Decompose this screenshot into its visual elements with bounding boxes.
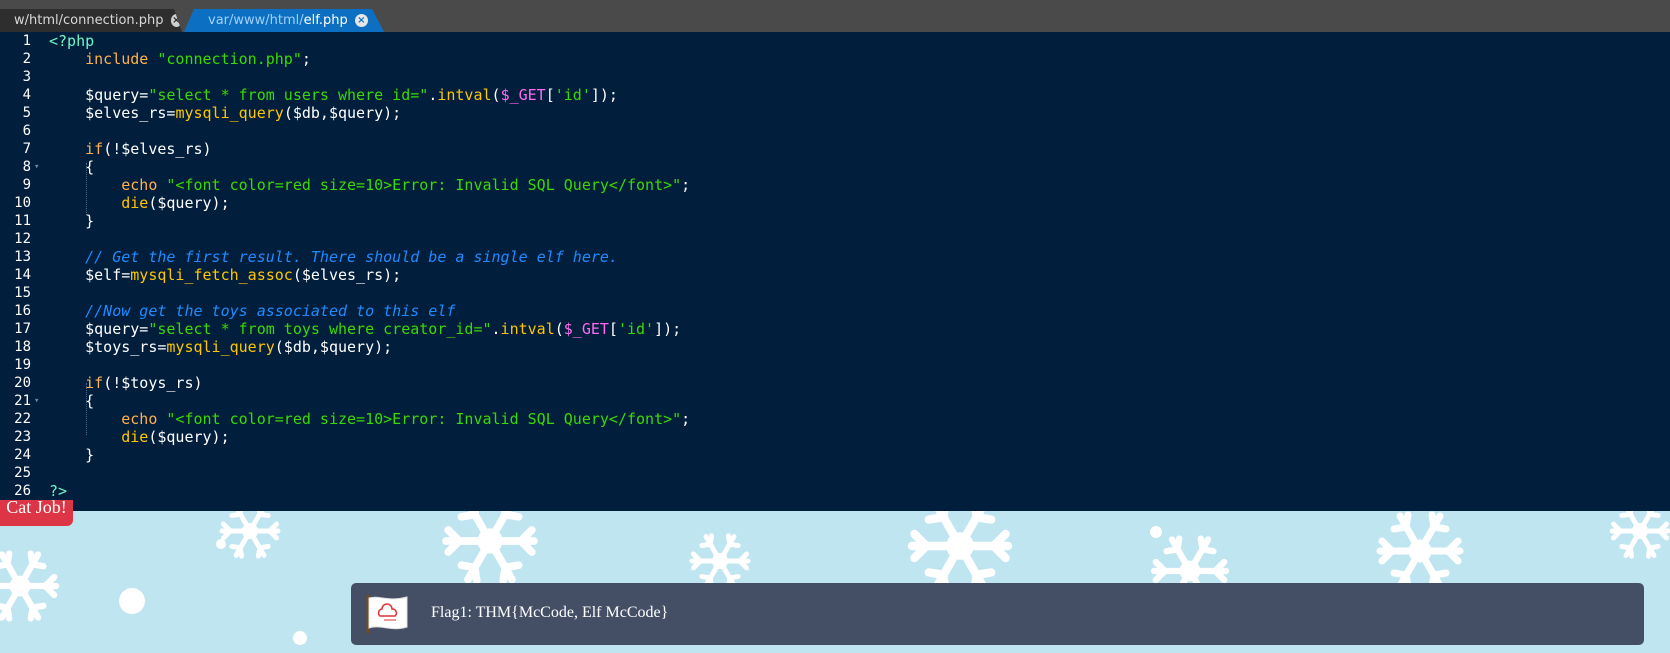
flag-icon xyxy=(366,595,408,633)
line-number: 23 xyxy=(14,429,31,445)
code-line[interactable]: 3 xyxy=(0,68,1670,86)
line-number: 18 xyxy=(14,339,31,355)
line-number: 25 xyxy=(14,465,31,481)
code-text: die($query); xyxy=(121,194,230,212)
code-line[interactable]: 15 xyxy=(0,284,1670,302)
line-number: 6 xyxy=(22,123,31,139)
code-text: if(!$elves_rs) xyxy=(85,140,212,158)
code-line[interactable]: 7 if(!$elves_rs) xyxy=(0,140,1670,158)
line-number: 2 xyxy=(22,51,31,67)
code-text: $elf=mysqli_fetch_assoc($elves_rs); xyxy=(49,266,402,284)
line-number: 10 xyxy=(14,195,31,211)
code-line[interactable]: 16 //Now get the toys associated to this… xyxy=(0,302,1670,320)
code-text: <?php xyxy=(49,32,95,50)
fold-arrow-icon[interactable]: ▾ xyxy=(34,392,39,410)
code-line[interactable]: 25 xyxy=(0,464,1670,482)
close-icon[interactable]: × xyxy=(354,14,368,27)
code-line[interactable]: 6 xyxy=(0,122,1670,140)
code-text: echo "<font color=red size=10>Error: Inv… xyxy=(121,176,691,194)
tab-filename: elf.php xyxy=(303,13,348,28)
line-number: 26 xyxy=(14,483,31,499)
code-line[interactable]: 8 ▾ { xyxy=(0,158,1670,176)
line-number: 13 xyxy=(14,249,31,265)
code-text: $query="select * from toys where creator… xyxy=(49,320,682,338)
flag-notification: Flag1: THM{McCode, Elf McCode} xyxy=(351,583,1644,645)
tab-path: var/www/html/ xyxy=(208,13,304,28)
line-number: 1 xyxy=(22,33,31,49)
code-editor[interactable]: 1 <?php 2 include "connection.php"; 3 4 $que… xyxy=(0,32,1670,511)
status-badge: Cat Job! xyxy=(0,500,73,526)
code-line[interactable]: 13 // Get the first result. There should… xyxy=(0,248,1670,266)
line-number: 3 xyxy=(22,69,31,85)
code-line[interactable]: 4 $query="select * from users where id="… xyxy=(0,86,1670,104)
code-line[interactable]: 26 ?> xyxy=(0,482,1670,500)
snow-dot xyxy=(119,588,145,614)
code-line[interactable]: 19 xyxy=(0,356,1670,374)
code-line[interactable]: 21 ▾ { xyxy=(0,392,1670,410)
code-text: if(!$toys_rs) xyxy=(85,374,203,392)
code-text: } xyxy=(49,212,95,230)
line-number: 17 xyxy=(14,321,31,337)
line-number: 9 xyxy=(22,177,31,193)
code-text: { xyxy=(49,158,95,176)
code-line[interactable]: 11 } xyxy=(0,212,1670,230)
tab-connection-php[interactable]: w/html/connection.php × xyxy=(0,9,182,32)
code-line[interactable]: 18 $toys_rs=mysqli_query($db,$query); xyxy=(0,338,1670,356)
snow-dot xyxy=(216,539,226,549)
code-text: $elves_rs=mysqli_query($db,$query); xyxy=(49,104,402,122)
code-line[interactable]: 5 $elves_rs=mysqli_query($db,$query); xyxy=(0,104,1670,122)
snow-dot xyxy=(293,631,307,645)
code-text: ?> xyxy=(49,482,68,500)
line-number: 16 xyxy=(14,303,31,319)
line-number: 5 xyxy=(22,105,31,121)
line-number: 22 xyxy=(14,411,31,427)
line-number: 7 xyxy=(22,141,31,157)
code-text: // Get the first result. There should be… xyxy=(85,248,618,266)
line-number: 21 xyxy=(14,393,31,409)
code-text: //Now get the toys associated to this el… xyxy=(85,302,456,320)
code-line[interactable]: 22 echo "<font color=red size=10>Error: … xyxy=(0,410,1670,428)
line-number: 15 xyxy=(14,285,31,301)
snow-dot xyxy=(1150,526,1162,538)
badge-label: Cat Job! xyxy=(6,500,67,517)
code-line[interactable]: 12 xyxy=(0,230,1670,248)
code-text: die($query); xyxy=(121,428,230,446)
line-number: 20 xyxy=(14,375,31,391)
tab-label: w/html/connection.php xyxy=(14,13,164,28)
tab-bar: w/html/connection.php × var/www/html/elf… xyxy=(0,0,1670,32)
code-text: $query="select * from users where id=".i… xyxy=(49,86,618,104)
code-text: } xyxy=(49,446,95,464)
code-line[interactable]: 20 if(!$toys_rs) xyxy=(0,374,1670,392)
code-line[interactable]: 24 } xyxy=(0,446,1670,464)
line-number: 12 xyxy=(14,231,31,247)
line-number: 19 xyxy=(14,357,31,373)
line-number: 4 xyxy=(22,87,31,103)
tab-elf-php[interactable]: var/www/html/elf.php × xyxy=(184,9,384,32)
flag-text: Flag1: THM{McCode, Elf McCode} xyxy=(431,604,669,621)
code-line[interactable]: 27 xyxy=(0,500,1670,511)
line-number: 11 xyxy=(14,213,31,229)
line-number: 8 xyxy=(22,159,31,175)
code-line[interactable]: 9 echo "<font color=red size=10>Error: I… xyxy=(0,176,1670,194)
code-line[interactable]: 2 include "connection.php"; xyxy=(0,50,1670,68)
line-number: 14 xyxy=(14,267,31,283)
code-line[interactable]: 1 <?php xyxy=(0,32,1670,50)
code-text: $toys_rs=mysqli_query($db,$query); xyxy=(49,338,393,356)
line-number: 24 xyxy=(14,447,31,463)
close-icon[interactable]: × xyxy=(170,14,182,27)
code-text: echo "<font color=red size=10>Error: Inv… xyxy=(121,410,691,428)
code-line[interactable]: 17 $query="select * from toys where crea… xyxy=(0,320,1670,338)
code-line[interactable]: 10 die($query); xyxy=(0,194,1670,212)
fold-arrow-icon[interactable]: ▾ xyxy=(34,158,39,176)
code-line[interactable]: 14 $elf=mysqli_fetch_assoc($elves_rs); xyxy=(0,266,1670,284)
code-text: { xyxy=(49,392,95,410)
code-text: include "connection.php"; xyxy=(85,50,311,68)
code-line[interactable]: 23 die($query); xyxy=(0,428,1670,446)
